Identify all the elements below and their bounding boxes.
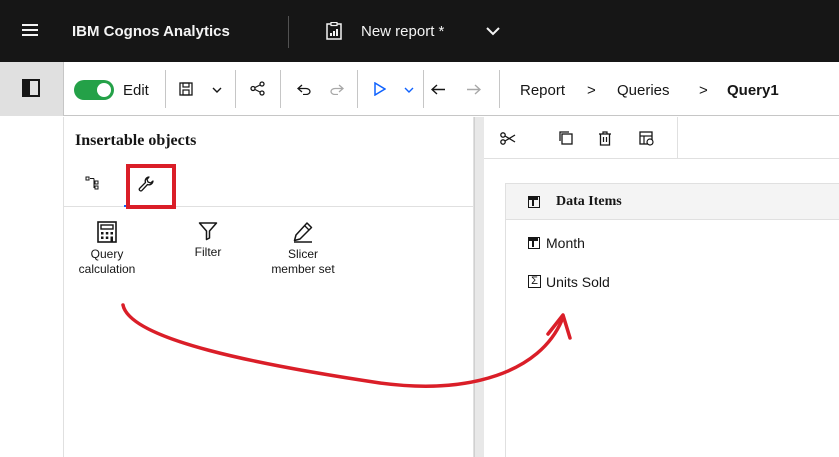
breadcrumb-queries[interactable]: Queries [617, 82, 670, 99]
breadcrumb-separator: > [699, 82, 708, 99]
toolbar-divider [677, 117, 678, 159]
query-toolbar [484, 117, 839, 159]
toolbar-divider [357, 70, 358, 108]
slicer-member-set-item[interactable]: Slicer member set [258, 221, 348, 277]
header-divider [288, 16, 289, 48]
share-icon[interactable] [250, 81, 265, 96]
report-icon [326, 22, 342, 40]
query-calculation-label-2: calculation [78, 262, 136, 276]
data-items-header: Data Items [506, 184, 839, 220]
breadcrumb-separator: > [587, 82, 596, 99]
filter-item[interactable]: Filter [178, 221, 238, 260]
data-items-icon [528, 196, 540, 208]
copy-icon[interactable] [559, 131, 573, 145]
data-item-label: Units Sold [546, 274, 610, 290]
slicer-label-1: Slicer [287, 247, 318, 261]
column-icon [528, 237, 540, 249]
tree-icon [85, 176, 99, 190]
breadcrumb-report[interactable]: Report [520, 82, 565, 99]
toolbar-divider [280, 70, 281, 108]
query-properties-icon[interactable] [639, 131, 654, 146]
toolbar-divider [235, 70, 236, 108]
query-calculation-label-1: Query [90, 247, 124, 261]
forward-arrow-icon[interactable] [466, 84, 481, 95]
back-arrow-icon[interactable] [431, 84, 446, 95]
data-items-pane: Data Items Month Σ Units Sold [505, 183, 839, 457]
filter-label: Filter [194, 245, 222, 259]
toolbar-divider [499, 70, 500, 108]
main-toolbar: Edit Report > Queries > Query1 [0, 62, 839, 116]
save-icon[interactable] [179, 82, 193, 96]
toolbar-divider [423, 70, 424, 108]
chevron-down-icon[interactable] [486, 26, 500, 36]
highlight-box [126, 164, 176, 209]
save-menu-chevron-icon[interactable] [212, 87, 222, 94]
panel-toggle-button[interactable] [0, 62, 64, 116]
left-rail [0, 117, 64, 457]
query-panel: Data Items Month Σ Units Sold [484, 117, 839, 457]
sigma-icon: Σ [528, 275, 541, 288]
side-panel-icon [22, 79, 40, 97]
run-icon[interactable] [374, 82, 386, 96]
hamburger-menu-icon[interactable] [22, 24, 38, 38]
top-header: IBM Cognos Analytics New report * [0, 0, 839, 62]
panel-title: Insertable objects [75, 132, 197, 149]
data-items-title: Data Items [556, 194, 622, 209]
tab-tree[interactable] [72, 163, 116, 207]
query-calculation-item[interactable]: Query calculation [72, 221, 142, 277]
redo-icon[interactable] [330, 84, 344, 95]
filter-icon [198, 222, 218, 241]
edit-toggle[interactable] [74, 80, 114, 100]
report-title[interactable]: New report * [361, 23, 444, 40]
calculator-icon [97, 221, 117, 243]
pen-icon [293, 222, 313, 243]
toolbar-divider [165, 70, 166, 108]
data-item-label: Month [546, 235, 585, 251]
breadcrumb-query1: Query1 [727, 82, 779, 99]
insertable-objects-panel: Insertable objects Query calculation Fil… [64, 117, 474, 457]
delete-icon[interactable] [598, 131, 612, 146]
slicer-label-2: member set [271, 262, 335, 276]
run-menu-chevron-icon[interactable] [404, 87, 414, 94]
undo-icon[interactable] [297, 84, 311, 95]
edit-label: Edit [123, 82, 149, 99]
cut-icon[interactable] [500, 131, 516, 146]
panel-splitter[interactable] [474, 117, 484, 457]
app-brand: IBM Cognos Analytics [72, 23, 230, 40]
